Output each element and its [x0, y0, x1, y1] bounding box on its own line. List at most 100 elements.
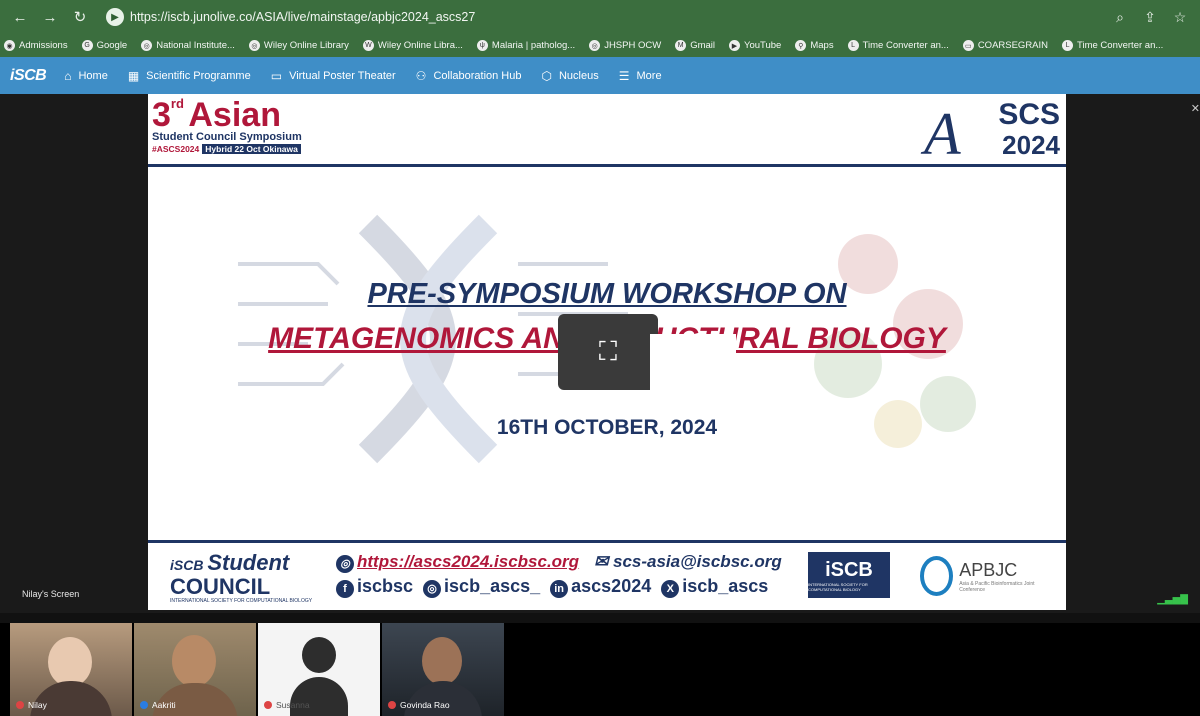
site-info-icon[interactable]: ▶: [106, 8, 124, 26]
header-rule: [148, 164, 1066, 167]
forward-icon[interactable]: →: [38, 5, 62, 29]
globe-icon: ◎: [248, 40, 260, 51]
bookmark-item[interactable]: ψ Malaria | patholog...: [476, 40, 575, 51]
home-icon: ⌂: [64, 68, 72, 83]
apbjc-logo: APBJC Asia & Pacific Bioinformatics Joint…: [920, 554, 1040, 598]
browser-chrome: ← → ↻ ▶ https://iscb.junolive.co/ASIA/li…: [0, 0, 1200, 57]
participant-tile[interactable]: Susanna: [258, 623, 380, 716]
address-bar[interactable]: ▶ https://iscb.junolive.co/ASIA/live/mai…: [106, 4, 1102, 30]
bookmark-item[interactable]: ◉ Admissions: [4, 40, 68, 51]
favicon-icon: ψ: [476, 40, 488, 51]
people-icon: ⚇: [415, 68, 427, 83]
globe-icon: ◎: [589, 40, 601, 51]
bookmark-item[interactable]: ◎ Wiley Online Library: [248, 40, 349, 51]
bookmark-item[interactable]: ◎ JHSPH OCW: [589, 40, 661, 51]
participant-strip: Nilay Aakriti Susanna Govinda Rao: [0, 623, 1200, 716]
iscb-logo[interactable]: iSCB: [10, 67, 47, 85]
slide-footer: iSCB Student COUNCIL INTERNATIONAL SOCIE…: [148, 544, 1066, 610]
globe-icon: ◎: [141, 40, 153, 51]
nav-nucleus[interactable]: ⬡ Nucleus: [542, 69, 599, 83]
nav-virtual-poster-theater[interactable]: ▭ Virtual Poster Theater: [271, 69, 396, 83]
avatar: [172, 635, 216, 687]
reload-icon[interactable]: ↻: [68, 5, 92, 29]
calendar-icon: ▦: [127, 68, 140, 83]
participant-tile[interactable]: Aakriti: [134, 623, 256, 716]
social-handles: f iscbsc ◎ iscb_ascs_ in ascs2024 Xiscb_asc…: [336, 576, 768, 598]
maps-icon: ⚲: [795, 40, 807, 51]
instagram-icon: ◎: [423, 579, 442, 598]
globe-icon: ◎: [336, 554, 354, 573]
mic-muted-icon: [264, 701, 272, 709]
mic-icon: [140, 701, 148, 709]
x-icon: X: [661, 580, 680, 598]
person-body: [404, 681, 482, 716]
participant-name: Aakriti: [140, 700, 176, 710]
avatar-placeholder-icon: [302, 637, 336, 673]
screen-share-label: Nilay's Screen: [22, 589, 80, 599]
bookmark-item[interactable]: G Google: [81, 40, 127, 51]
mic-muted-icon: [388, 701, 396, 709]
website-link[interactable]: ◎ https://ascs2024.iscbsc.org: [336, 552, 579, 573]
app-nav: iSCB ⌂ Home ▦ Scientific Programme ▭ Virtua…: [0, 57, 1200, 94]
facebook-icon: f: [336, 580, 354, 598]
participant-name: Nilay: [16, 700, 47, 710]
overlay-blank: [650, 334, 736, 398]
shared-slide: 3rd Asian Student Council Symposium #ASC…: [148, 94, 1066, 610]
linkedin-icon: in: [550, 580, 569, 598]
gmail-icon: M: [675, 40, 687, 51]
menu-icon: ☰: [618, 68, 630, 83]
favicon-icon: ◉: [4, 40, 15, 51]
bookmark-item[interactable]: ▭ COARSEGRAIN: [962, 40, 1048, 51]
bookmark-item[interactable]: ◎ National Institute...: [141, 40, 235, 51]
ascs-a-mark: A: [924, 101, 961, 167]
bookmark-star-icon[interactable]: ☆: [1168, 9, 1192, 26]
mail-icon: ✉: [594, 552, 609, 571]
avatar: [422, 637, 462, 685]
video-stage: 3rd Asian Student Council Symposium #ASC…: [0, 94, 1200, 613]
participant-name: Govinda Rao: [388, 700, 450, 710]
student-council-logo: iSCB Student: [170, 550, 290, 575]
bookmark-item[interactable]: L Time Converter an...: [847, 40, 949, 51]
bookmarks-bar: ◉ Admissions G Google ◎ National Institute.…: [0, 34, 1200, 57]
url-text: https://iscb.junolive.co/ASIA/live/mains…: [130, 10, 476, 24]
workshop-title-line1: PRE-SYMPOSIUM WORKSHOP ON: [367, 278, 847, 310]
nav-collaboration-hub[interactable]: ⚇ Collaboration Hub: [416, 69, 522, 83]
nucleus-icon: ⬡: [541, 68, 552, 83]
fullscreen-icon: ⛶: [598, 336, 618, 366]
google-icon: G: [81, 40, 93, 51]
wiley-icon: W: [362, 40, 374, 51]
email-text: ✉ scs-asia@iscbsc.org: [594, 552, 782, 571]
workshop-date: 16TH OCTOBER, 2024: [496, 416, 718, 439]
ascs-logo: A SCS 2024: [924, 98, 1060, 167]
screen-icon: ▭: [270, 68, 283, 83]
linkedin-handle: in ascs2024: [550, 576, 651, 598]
favicon-icon: L: [1062, 40, 1074, 51]
symposium-subtitle: Student Council Symposium: [152, 131, 302, 143]
event-tag: Hybrid 22 Oct Okinawa: [202, 144, 301, 154]
participant-tile[interactable]: Govinda Rao: [382, 623, 504, 716]
back-icon[interactable]: ←: [8, 5, 32, 29]
zoom-icon[interactable]: ⌕: [1108, 9, 1132, 26]
symposium-logo: 3rd Asian Student Council Symposium #ASC…: [152, 96, 302, 154]
bookmark-item[interactable]: ⚲ Maps: [795, 40, 834, 51]
nav-home[interactable]: ⌂ Home: [64, 69, 108, 83]
participant-tile[interactable]: Nilay: [10, 623, 132, 716]
person-body: [290, 677, 348, 716]
folder-icon: ▭: [962, 40, 974, 51]
bookmark-item[interactable]: L Time Converter an...: [1062, 40, 1163, 51]
avatar: [48, 637, 92, 687]
instagram-handle: ◎ iscb_ascs_: [423, 576, 540, 598]
bookmark-item[interactable]: ▶ YouTube: [729, 40, 781, 51]
nav-scientific-programme[interactable]: ▦ Scientific Programme: [128, 69, 251, 83]
favicon-icon: L: [847, 40, 859, 51]
apbjc-mark-icon: [920, 556, 954, 596]
youtube-icon: ▶: [729, 40, 740, 51]
bookmark-item[interactable]: W Wiley Online Libra...: [362, 40, 463, 51]
fullscreen-button[interactable]: ⛶: [558, 314, 658, 390]
nav-more[interactable]: ☰ More: [619, 69, 662, 83]
stage-divider: [0, 613, 1200, 623]
bookmark-item[interactable]: M Gmail: [675, 40, 715, 51]
close-icon[interactable]: ✕: [1191, 102, 1200, 115]
share-icon[interactable]: ⇪: [1138, 9, 1162, 26]
signal-strength-icon: ▁▃▅▇: [1157, 594, 1188, 605]
